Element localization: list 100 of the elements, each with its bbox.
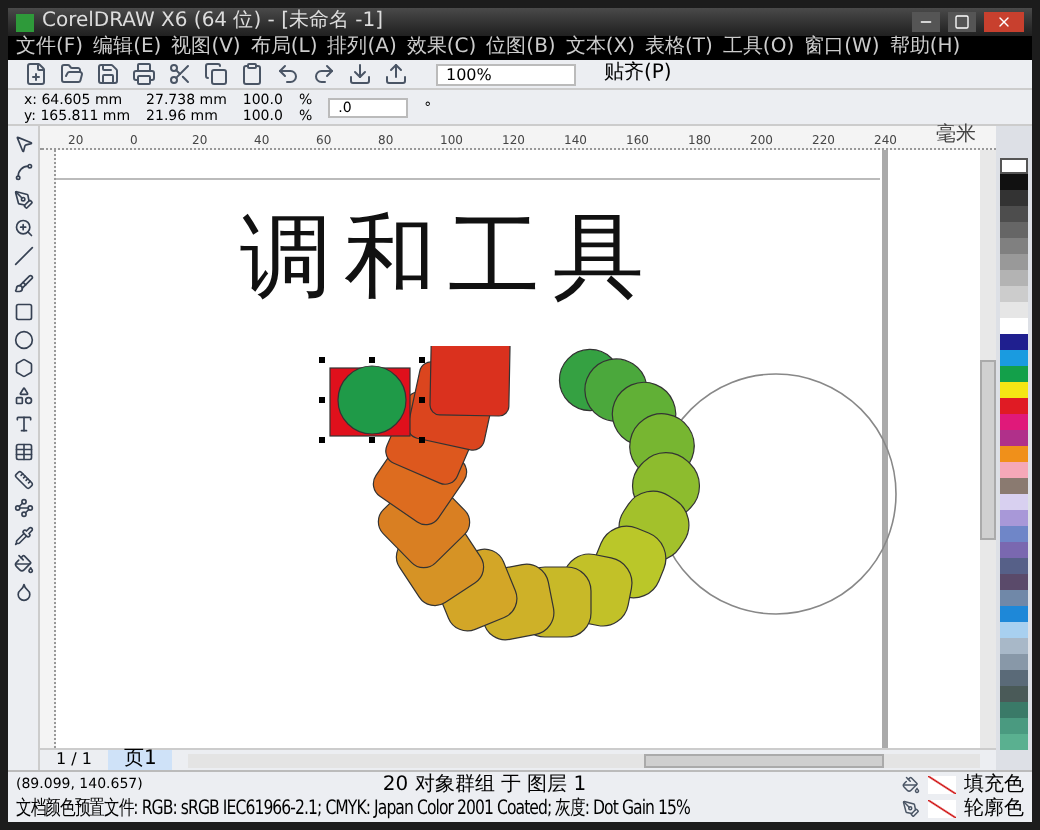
color-swatch[interactable] (1000, 238, 1028, 254)
undo-icon[interactable] (276, 62, 300, 86)
menu-item[interactable]: 布局(L) (250, 38, 318, 58)
zoom-icon[interactable] (13, 218, 33, 238)
color-swatch[interactable] (1000, 510, 1028, 526)
open-folder-icon[interactable] (60, 62, 84, 86)
color-swatch[interactable] (1000, 574, 1028, 590)
table-icon[interactable] (13, 442, 33, 462)
droplet-icon[interactable] (13, 582, 33, 602)
eyedropper-icon[interactable] (13, 526, 33, 546)
color-swatch[interactable] (1000, 366, 1028, 382)
zoom-field[interactable]: 100% (436, 63, 576, 85)
close-icon (996, 14, 1012, 30)
color-swatch[interactable] (1000, 350, 1028, 366)
color-swatch[interactable] (1000, 302, 1028, 318)
fill-label: 填充色 (964, 775, 1024, 795)
menu-item[interactable]: 文本(X) (565, 38, 635, 58)
window-title: CorelDRAW X6 (64 位) - [未命名 -1] (42, 12, 384, 32)
clipboard-icon[interactable] (240, 62, 264, 86)
ellipse-icon[interactable] (13, 330, 33, 350)
color-swatch[interactable] (1000, 542, 1028, 558)
color-swatch[interactable] (1000, 638, 1028, 654)
brush-icon[interactable] (13, 274, 33, 294)
color-swatch[interactable] (1000, 590, 1028, 606)
color-swatch[interactable] (1000, 718, 1028, 734)
maximize-button[interactable] (948, 12, 976, 32)
scissors-icon[interactable] (168, 62, 192, 86)
rectangle-icon[interactable] (13, 302, 33, 322)
menu-item[interactable]: 位图(B) (486, 38, 556, 58)
color-swatch[interactable] (1000, 174, 1028, 190)
scroll-thumb[interactable] (644, 753, 884, 767)
color-swatch[interactable] (1000, 382, 1028, 398)
pointer-icon[interactable] (13, 134, 33, 154)
pen-icon[interactable] (13, 190, 33, 210)
import-icon[interactable] (348, 62, 372, 86)
color-swatch[interactable] (1000, 254, 1028, 270)
color-swatch[interactable] (1000, 606, 1028, 622)
fill-icon (902, 776, 920, 794)
app-icon (16, 13, 34, 31)
color-swatch[interactable] (1000, 318, 1028, 334)
color-swatch[interactable] (1000, 734, 1028, 750)
redo-icon[interactable] (312, 62, 336, 86)
export-icon[interactable] (384, 62, 408, 86)
bucket-icon[interactable] (13, 554, 33, 574)
menu-item[interactable]: 视图(V) (171, 38, 241, 58)
color-swatch[interactable] (1000, 622, 1028, 638)
menu-item[interactable]: 文件(F) (16, 38, 84, 58)
menu-item[interactable]: 编辑(E) (93, 38, 162, 58)
color-swatch[interactable] (1000, 478, 1028, 494)
color-swatch[interactable] (1000, 462, 1028, 478)
color-swatch[interactable] (1000, 398, 1028, 414)
printer-icon[interactable] (132, 62, 156, 86)
line-icon[interactable] (13, 246, 33, 266)
color-swatch[interactable] (1000, 414, 1028, 430)
color-swatch[interactable] (1000, 206, 1028, 222)
color-swatch[interactable] (1000, 430, 1028, 446)
shape-icon[interactable] (13, 162, 33, 182)
copy-icon[interactable] (204, 62, 228, 86)
no-color-swatch[interactable] (1000, 158, 1028, 174)
menu-item[interactable]: 工具(O) (722, 38, 795, 58)
save-icon[interactable] (96, 62, 120, 86)
page-tab[interactable]: 页1 (107, 750, 173, 770)
page-counter: 1 / 1 (56, 752, 92, 768)
outline-icon (902, 800, 920, 818)
color-swatch[interactable] (1000, 190, 1028, 206)
menu-item[interactable]: 窗口(W) (804, 38, 880, 58)
color-swatch[interactable] (1000, 686, 1028, 702)
outline-label: 轮廓色 (964, 799, 1024, 819)
menu-item[interactable]: 帮助(H) (889, 38, 961, 58)
minimize-button[interactable] (912, 12, 940, 32)
color-swatch[interactable] (1000, 446, 1028, 462)
menu-item[interactable]: 表格(T) (645, 38, 713, 58)
ruler-unit: 毫米 (936, 124, 976, 148)
color-swatch[interactable] (1000, 526, 1028, 542)
text-icon[interactable] (13, 414, 33, 434)
fill-swatch (928, 776, 956, 794)
polygon-icon[interactable] (13, 358, 33, 378)
color-swatch[interactable] (1000, 670, 1028, 686)
color-swatch[interactable] (1000, 286, 1028, 302)
canvas-heading: 调和工具 (240, 210, 656, 302)
maximize-icon (954, 14, 970, 30)
shapes-icon[interactable] (13, 386, 33, 406)
color-swatch[interactable] (1000, 270, 1028, 286)
menu-item[interactable]: 效果(C) (406, 38, 477, 58)
color-profile-text: 文档颜色预置文件: RGB: sRGB IEC61966-2.1; CMYK: Japan Color 2001 Coated; 灰度: Dot Gain 15% (16, 799, 692, 819)
connector-icon[interactable] (13, 498, 33, 518)
outline-swatch (928, 800, 956, 818)
selection-info: 20 对象群组 于 图层 1 (382, 775, 587, 795)
close-button[interactable] (984, 12, 1024, 32)
color-swatch[interactable] (1000, 334, 1028, 350)
color-swatch[interactable] (1000, 558, 1028, 574)
color-swatch[interactable] (1000, 494, 1028, 510)
menu-item[interactable]: 排列(A) (327, 38, 397, 58)
ruler-icon[interactable] (13, 470, 33, 490)
new-file-icon[interactable] (24, 62, 48, 86)
color-swatch[interactable] (1000, 702, 1028, 718)
scroll-thumb[interactable] (980, 359, 996, 539)
snap-menu[interactable]: 贴齐(P) (604, 64, 672, 84)
color-swatch[interactable] (1000, 222, 1028, 238)
color-swatch[interactable] (1000, 654, 1028, 670)
